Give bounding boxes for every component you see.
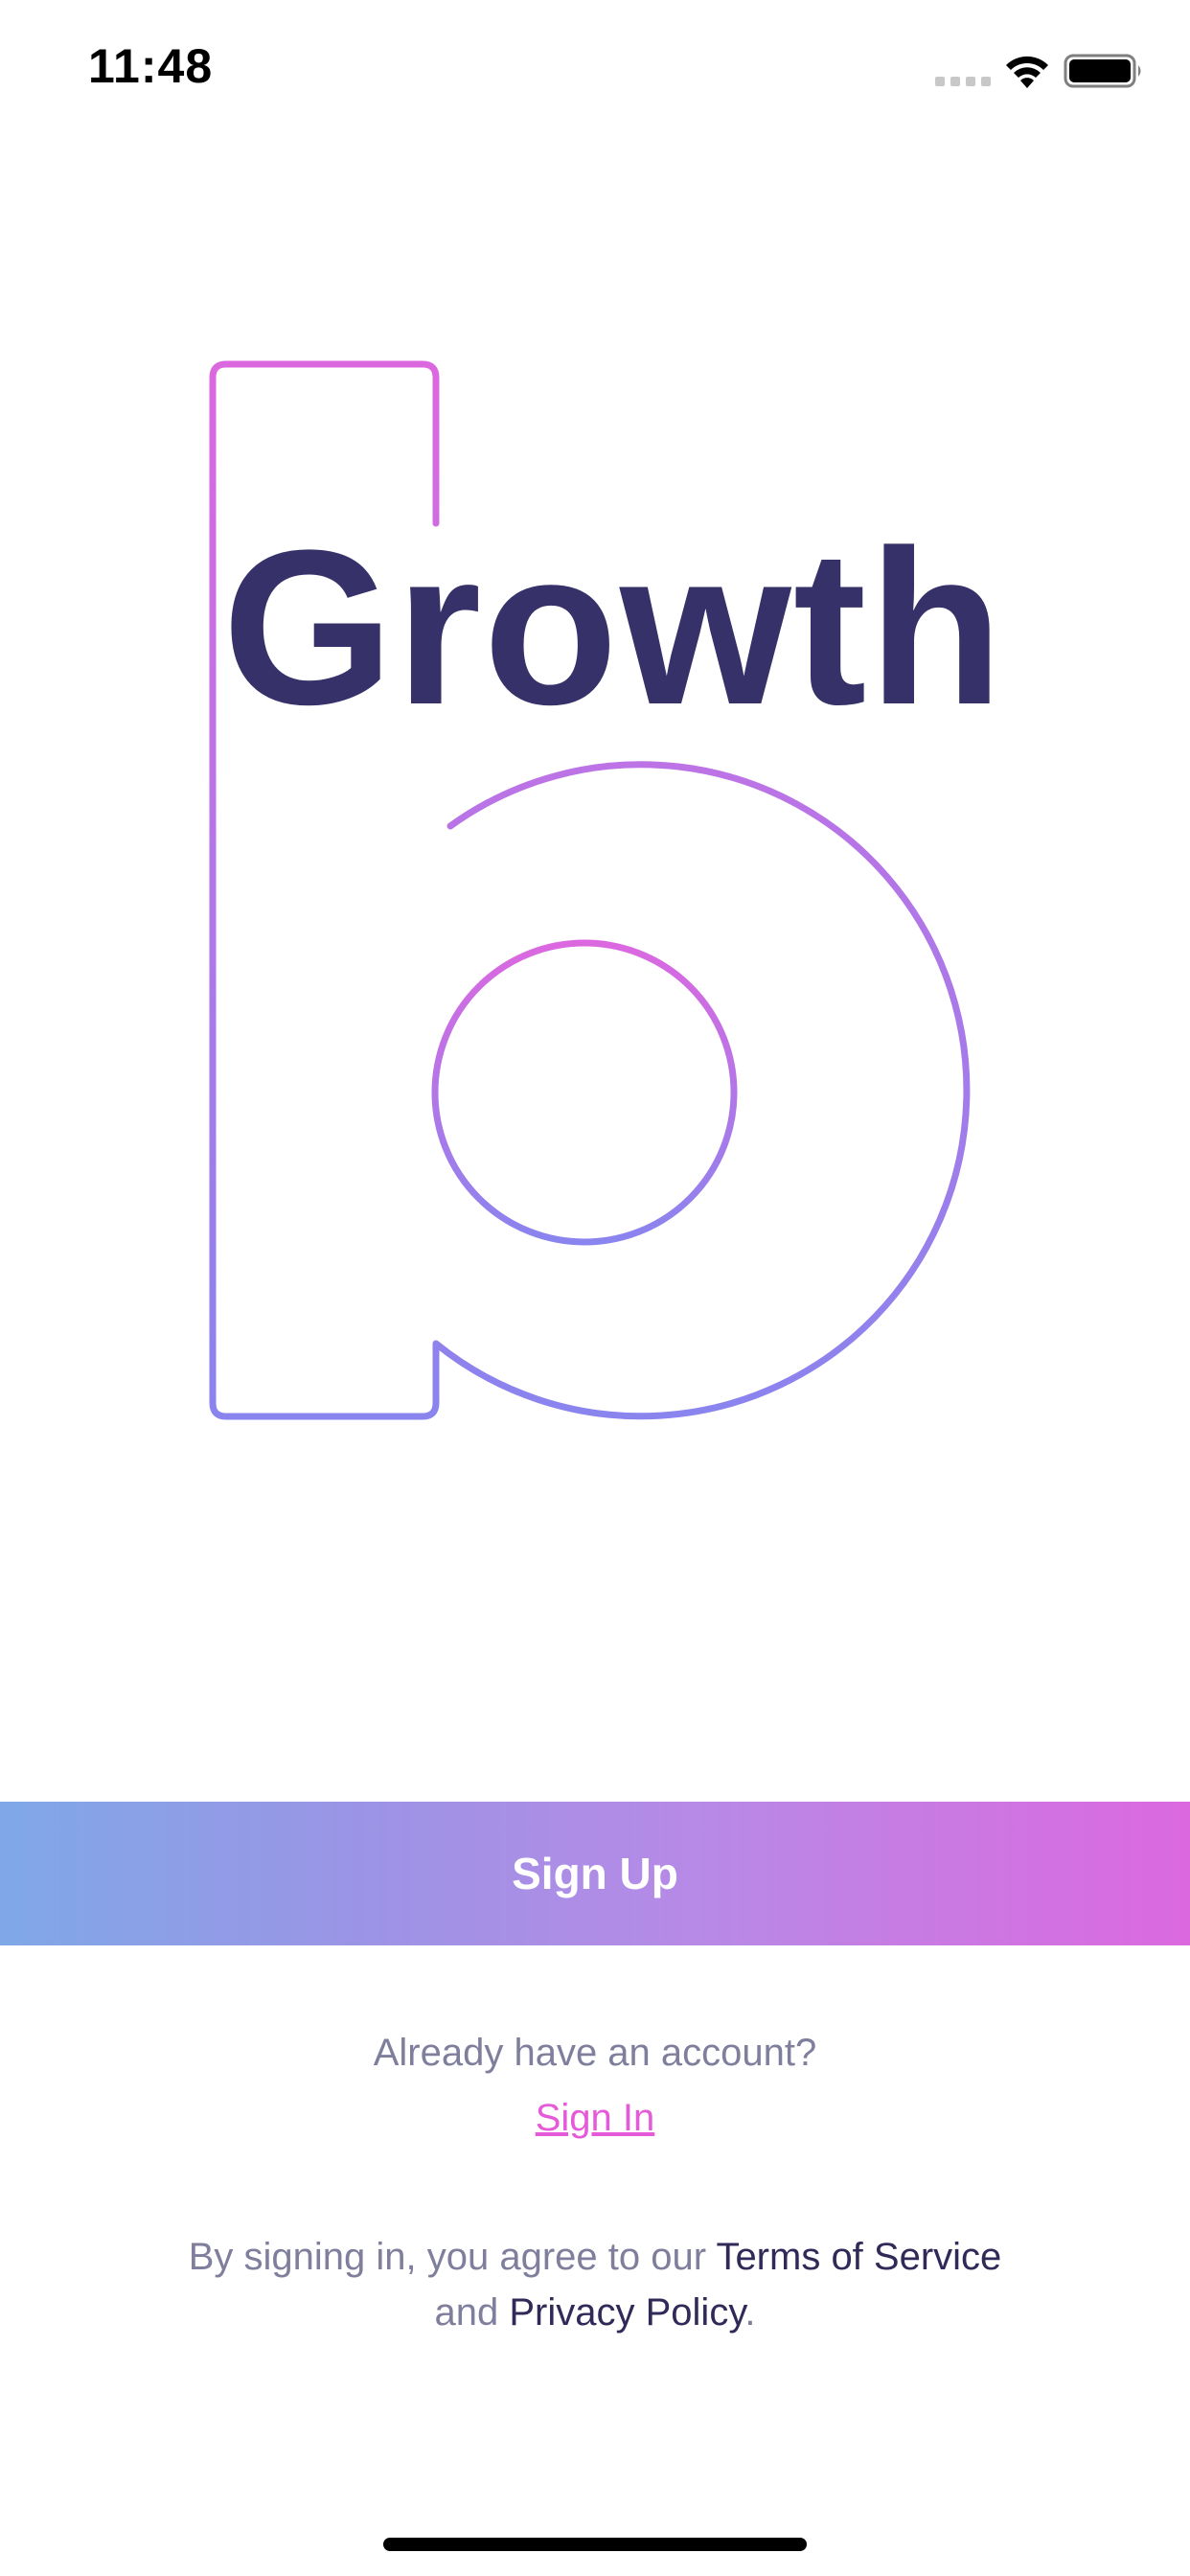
legal-suffix: . (744, 2291, 756, 2334)
sign-in-container: Sign In (0, 2097, 1190, 2140)
sign-up-button[interactable]: Sign Up (0, 1802, 1190, 1945)
status-bar: 11:48 (0, 0, 1190, 134)
legal-middle: and (434, 2291, 510, 2334)
terms-of-service-link[interactable]: Terms of Service (716, 2236, 1001, 2278)
legal-prefix: By signing in, you agree to our (188, 2236, 717, 2278)
account-prompt: Already have an account? (373, 2032, 817, 2074)
logo-wordmark: Growth (222, 504, 1005, 750)
wifi-icon (1006, 56, 1048, 88)
privacy-policy-link[interactable]: Privacy Policy (509, 2291, 744, 2334)
sign-in-link[interactable]: Sign In (536, 2097, 655, 2139)
battery-icon (1064, 54, 1141, 88)
signal-dots-icon (935, 77, 991, 86)
legal-notice: By signing in, you agree to our Terms of… (96, 2229, 1094, 2340)
home-indicator[interactable] (383, 2538, 807, 2551)
status-time: 11:48 (88, 39, 214, 93)
